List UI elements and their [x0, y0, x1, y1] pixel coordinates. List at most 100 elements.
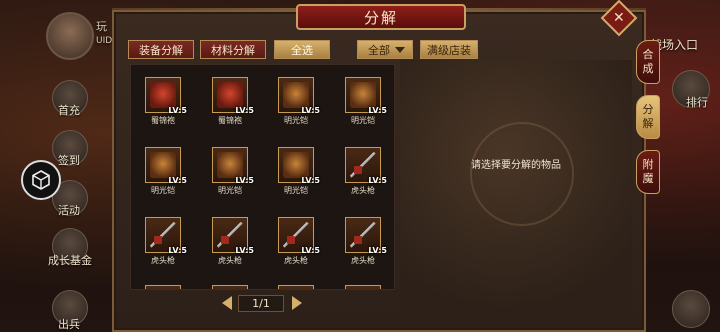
item-frame[interactable] [278, 285, 314, 289]
tab-enchant[interactable]: 附魔 [636, 150, 660, 194]
item-slot[interactable]: LV:5 蜀锦袍 [208, 77, 254, 126]
item-frame[interactable]: LV:5 [212, 77, 254, 115]
item-slot[interactable]: LV:5 明光铠 [208, 147, 254, 196]
item-name: 明光铠 [284, 116, 308, 125]
player-avatar[interactable] [46, 12, 94, 60]
item-name: 虎头枪 [151, 256, 175, 265]
item-slot[interactable]: LV:5 虎头枪 [141, 217, 187, 266]
item-frame[interactable]: LV:5 [278, 77, 320, 115]
robe-icon [217, 82, 243, 108]
material-decompose-tab[interactable]: 材料分解 [200, 40, 266, 59]
ranking-label: 排行 [686, 96, 708, 109]
spear-icon [283, 222, 309, 248]
filter-select[interactable]: 全部 [357, 40, 413, 59]
item-level: LV:5 [168, 176, 187, 185]
spear-icon [350, 222, 376, 248]
player-uid: UID [96, 36, 113, 46]
item-slot-partial[interactable] [141, 285, 185, 289]
item-level: LV:5 [301, 106, 320, 115]
item-name: 虎头枪 [284, 256, 308, 265]
item-frame[interactable]: LV:5 [145, 147, 187, 185]
item-slot[interactable]: LV:5 明光铠 [341, 77, 387, 126]
max-shop-button[interactable]: 满级店装 [420, 40, 478, 59]
item-level: LV:5 [235, 176, 254, 185]
item-frame[interactable]: LV:5 [345, 147, 387, 185]
item-name: 明光铠 [218, 186, 242, 195]
item-name: 明光铠 [151, 186, 175, 195]
close-icon: ✕ [613, 9, 625, 26]
item-grid: LV:5 蜀锦袍 LV:5 蜀锦袍 LV:5 明光铠 LV:5 明光铠 LV:5 明光铠 LV:5 明… [130, 64, 395, 290]
cube-icon [32, 170, 50, 190]
item-name: 虎头枪 [218, 256, 242, 265]
item-level: LV:5 [235, 246, 254, 255]
item-slot[interactable]: LV:5 虎头枪 [341, 217, 387, 266]
item-frame[interactable] [212, 285, 248, 289]
item-slot[interactable]: LV:5 虎头枪 [208, 217, 254, 266]
armor-icon [283, 82, 309, 108]
item-slot[interactable]: LV:5 明光铠 [274, 147, 320, 196]
item-frame[interactable]: LV:5 [212, 147, 254, 185]
player-name: 玩 [96, 20, 107, 33]
item-frame[interactable] [345, 285, 381, 289]
tab-enchant-label: 附魔 [642, 158, 654, 185]
item-frame[interactable] [145, 285, 181, 289]
item-frame[interactable]: LV:5 [145, 77, 187, 115]
item-level: LV:5 [301, 246, 320, 255]
item-frame[interactable]: LV:5 [212, 217, 254, 255]
item-name: 虎头枪 [351, 186, 375, 195]
chevron-down-icon [395, 47, 405, 53]
armor-icon [350, 82, 376, 108]
item-slot[interactable]: LV:5 虎头枪 [274, 217, 320, 266]
armor-icon [283, 152, 309, 178]
item-level: LV:5 [368, 176, 387, 185]
item-slot-partial[interactable] [274, 285, 318, 289]
item-frame[interactable]: LV:5 [345, 217, 387, 255]
tab-decompose-label: 分解 [642, 103, 654, 130]
item-name: 蜀锦袍 [218, 116, 242, 125]
item-level: LV:5 [368, 246, 387, 255]
detail-area: 请选择要分解的物品 [400, 60, 632, 322]
item-name: 虎头枪 [351, 256, 375, 265]
item-frame[interactable]: LV:5 [145, 217, 187, 255]
assistive-floating-button[interactable] [21, 160, 61, 200]
activity-label: 活动 [58, 204, 80, 217]
item-name: 蜀锦袍 [151, 116, 175, 125]
first-recharge-label: 首充 [58, 104, 80, 117]
item-slot-partial[interactable] [208, 285, 252, 289]
page-indicator: 1/1 [238, 295, 284, 312]
item-slot[interactable]: LV:5 明光铠 [274, 77, 320, 126]
filter-value: 全部 [368, 43, 390, 57]
item-level: LV:5 [168, 246, 187, 255]
equip-decompose-tab[interactable]: 装备分解 [128, 40, 194, 59]
menu-button[interactable] [672, 290, 710, 328]
item-slot[interactable]: LV:5 明光铠 [141, 147, 187, 196]
prev-page-arrow-icon[interactable] [222, 296, 232, 310]
next-page-arrow-icon[interactable] [292, 296, 302, 310]
item-slot-partial[interactable] [341, 285, 385, 289]
item-name: 明光铠 [351, 116, 375, 125]
item-level: LV:5 [235, 106, 254, 115]
tab-compose[interactable]: 合成 [636, 40, 660, 84]
robe-icon [150, 82, 176, 108]
tab-decompose[interactable]: 分解 [636, 95, 660, 139]
panel-title: 分解 [296, 4, 466, 30]
spear-icon [350, 152, 376, 178]
item-level: LV:5 [301, 176, 320, 185]
item-level: LV:5 [368, 106, 387, 115]
item-frame[interactable]: LV:5 [278, 147, 320, 185]
select-all-button[interactable]: 全选 [274, 40, 330, 59]
item-slot[interactable]: LV:5 虎头枪 [341, 147, 387, 196]
tab-compose-label: 合成 [642, 48, 654, 75]
emblem-watermark [470, 122, 574, 226]
item-slot[interactable]: LV:5 蜀锦袍 [141, 77, 187, 126]
item-frame[interactable]: LV:5 [345, 77, 387, 115]
select-item-hint: 请选择要分解的物品 [471, 160, 561, 171]
armor-icon [217, 152, 243, 178]
armor-icon [150, 152, 176, 178]
item-frame[interactable]: LV:5 [278, 217, 320, 255]
dispatch-label: 出兵 [58, 318, 80, 331]
item-name: 明光铠 [284, 186, 308, 195]
item-level: LV:5 [168, 106, 187, 115]
spear-icon [150, 222, 176, 248]
sign-in-label: 签到 [58, 154, 80, 167]
